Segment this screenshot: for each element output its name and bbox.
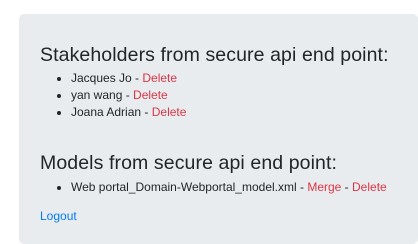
model-name: Web portal_Domain-Webportal_model.xml — [71, 180, 297, 194]
separator: - — [131, 71, 143, 85]
stakeholder-name: Jacques Jo — [71, 71, 132, 85]
stakeholder-name: yan wang — [71, 88, 123, 102]
delete-stakeholder-link[interactable]: Delete — [133, 88, 168, 102]
models-heading: Models from secure api end point: — [40, 152, 338, 174]
logout-link[interactable]: Logout — [40, 208, 77, 225]
stakeholder-name: Joana Adrian — [71, 105, 142, 119]
delete-stakeholder-link[interactable]: Delete — [142, 71, 177, 85]
stakeholders-heading: Stakeholders from secure api end point: — [40, 44, 389, 66]
separator: - — [341, 180, 353, 194]
stakeholder-item: yan wang - Delete — [71, 87, 186, 104]
delete-stakeholder-link[interactable]: Delete — [152, 105, 187, 119]
model-item: Web portal_Domain-Webportal_model.xml - … — [71, 179, 387, 196]
separator: - — [296, 180, 308, 194]
stakeholder-item: Jacques Jo - Delete — [71, 70, 186, 87]
stakeholder-item: Joana Adrian - Delete — [71, 104, 186, 121]
delete-model-link[interactable]: Delete — [352, 180, 387, 194]
separator: - — [141, 105, 152, 119]
separator: - — [122, 88, 134, 102]
content-panel: Stakeholders from secure api end point: … — [19, 14, 418, 244]
stakeholders-list: Jacques Jo - Delete yan wang - Delete Jo… — [40, 70, 186, 121]
models-list: Web portal_Domain-Webportal_model.xml - … — [40, 179, 387, 196]
merge-model-link[interactable]: Merge — [307, 180, 341, 194]
